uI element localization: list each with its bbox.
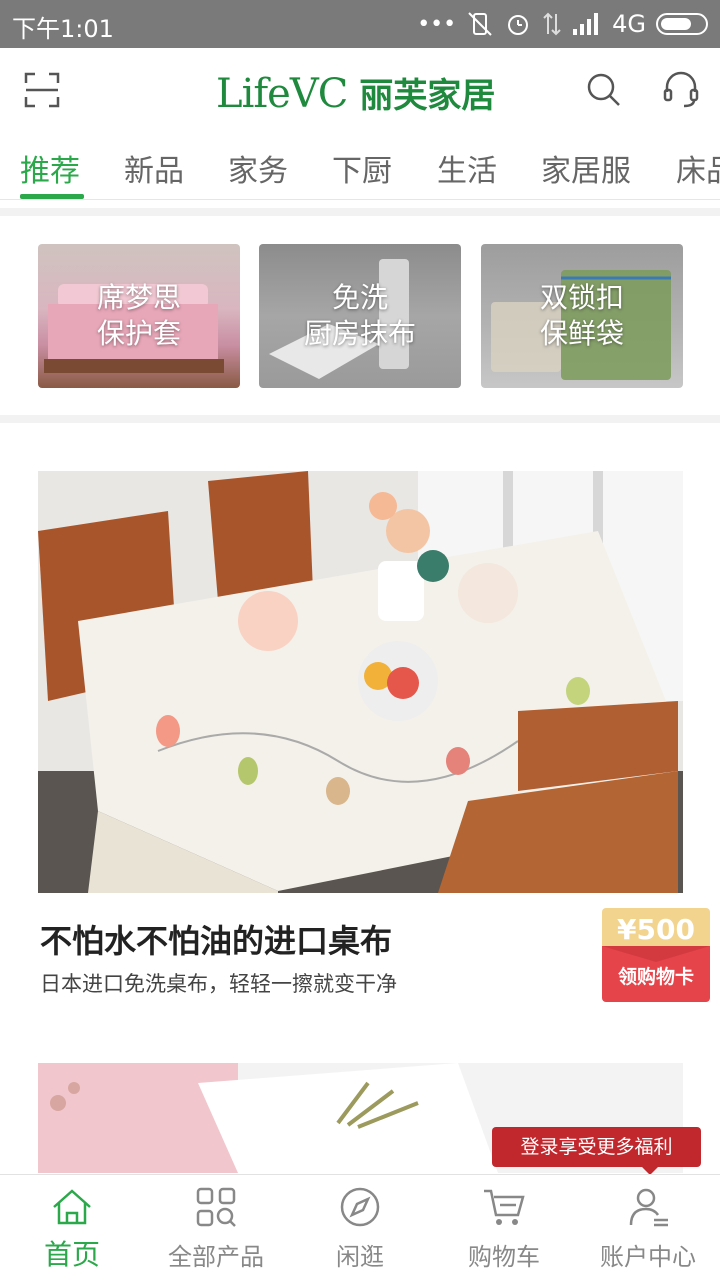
section-divider bbox=[0, 415, 720, 423]
cart-icon bbox=[484, 1189, 525, 1225]
scan-icon[interactable] bbox=[24, 72, 60, 108]
logo-cn: 丽芙家居 bbox=[359, 76, 496, 116]
nav-label: 首页 bbox=[43, 1238, 100, 1271]
brand-logo: LifeVC 丽芙家居 bbox=[216, 68, 496, 117]
nav-home[interactable]: 首页 bbox=[0, 1175, 144, 1280]
logo-en: LifeVC bbox=[216, 71, 348, 117]
bottom-navigation: 首页 全部产品 闲逛 购物车 账户中心 bbox=[0, 1174, 720, 1280]
category-label: 免洗 厨房抹布 bbox=[303, 281, 416, 350]
compass-icon bbox=[340, 1187, 380, 1227]
status-bar: 下午1:01 ••• 4G bbox=[0, 0, 720, 48]
category-label: 双锁扣 保鲜袋 bbox=[539, 281, 624, 350]
tablecloth-illustration bbox=[38, 471, 683, 893]
envelope-flap-icon bbox=[602, 946, 710, 962]
featured-product-title[interactable]: 不怕水不怕油的进口桌布 bbox=[40, 916, 392, 962]
tab-bedding[interactable]: 床品 bbox=[676, 146, 720, 190]
nav-label: 账户中心 bbox=[600, 1243, 696, 1271]
nav-label: 闲逛 bbox=[336, 1243, 384, 1271]
login-benefit-tip[interactable]: 登录享受更多福利 bbox=[492, 1127, 701, 1175]
nav-all-products[interactable]: 全部产品 bbox=[144, 1175, 288, 1280]
battery-icon bbox=[656, 13, 708, 35]
search-icon[interactable] bbox=[586, 72, 622, 108]
dots-icon: ••• bbox=[417, 11, 457, 37]
tab-new[interactable]: 新品 bbox=[124, 146, 184, 190]
nav-label: 全部产品 bbox=[168, 1243, 264, 1271]
data-transfer-icon bbox=[543, 12, 561, 36]
category-label: 席梦思 保护套 bbox=[96, 281, 181, 350]
coupon-amount: ¥500 bbox=[602, 908, 710, 950]
gift-card-coupon[interactable]: ¥500 领购物卡 bbox=[602, 908, 710, 1002]
category-tabs: 推荐 新品 家务 下厨 生活 家居服 床品 bbox=[0, 136, 720, 200]
nav-cart[interactable]: 购物车 bbox=[432, 1175, 576, 1280]
alarm-icon bbox=[508, 15, 529, 35]
status-icons: ••• 4G bbox=[417, 8, 708, 40]
nav-account[interactable]: 账户中心 bbox=[576, 1175, 720, 1280]
customer-service-icon[interactable] bbox=[662, 70, 700, 110]
category-tile-kitchen-cloth[interactable]: 免洗 厨房抹布 bbox=[259, 244, 461, 388]
featured-product-subtitle: 日本进口免洗桌布，轻轻一擦就变干净 bbox=[40, 972, 397, 996]
status-time: 下午1:01 bbox=[12, 15, 114, 43]
category-tile-food-bag[interactable]: 双锁扣 保鲜袋 bbox=[481, 244, 683, 388]
signal-icon bbox=[573, 13, 599, 35]
nav-label: 购物车 bbox=[468, 1243, 540, 1271]
category-tile-mattress-protector[interactable]: 席梦思 保护套 bbox=[38, 244, 240, 388]
vibrate-off-icon bbox=[468, 12, 492, 36]
tab-living[interactable]: 生活 bbox=[437, 146, 497, 190]
section-divider bbox=[0, 208, 720, 216]
featured-product-image[interactable] bbox=[38, 471, 683, 893]
active-tab-indicator bbox=[20, 194, 84, 199]
nav-browse[interactable]: 闲逛 bbox=[288, 1175, 432, 1280]
tab-homewear[interactable]: 家居服 bbox=[541, 146, 631, 190]
user-icon bbox=[629, 1188, 668, 1227]
app-header: LifeVC 丽芙家居 bbox=[0, 48, 720, 136]
tab-housework[interactable]: 家务 bbox=[228, 146, 288, 190]
grid-search-icon bbox=[196, 1187, 236, 1227]
tab-recommend[interactable]: 推荐 bbox=[20, 146, 80, 190]
network-type: 4G bbox=[612, 10, 646, 38]
home-icon bbox=[53, 1189, 91, 1225]
tab-cooking[interactable]: 下厨 bbox=[332, 146, 392, 190]
